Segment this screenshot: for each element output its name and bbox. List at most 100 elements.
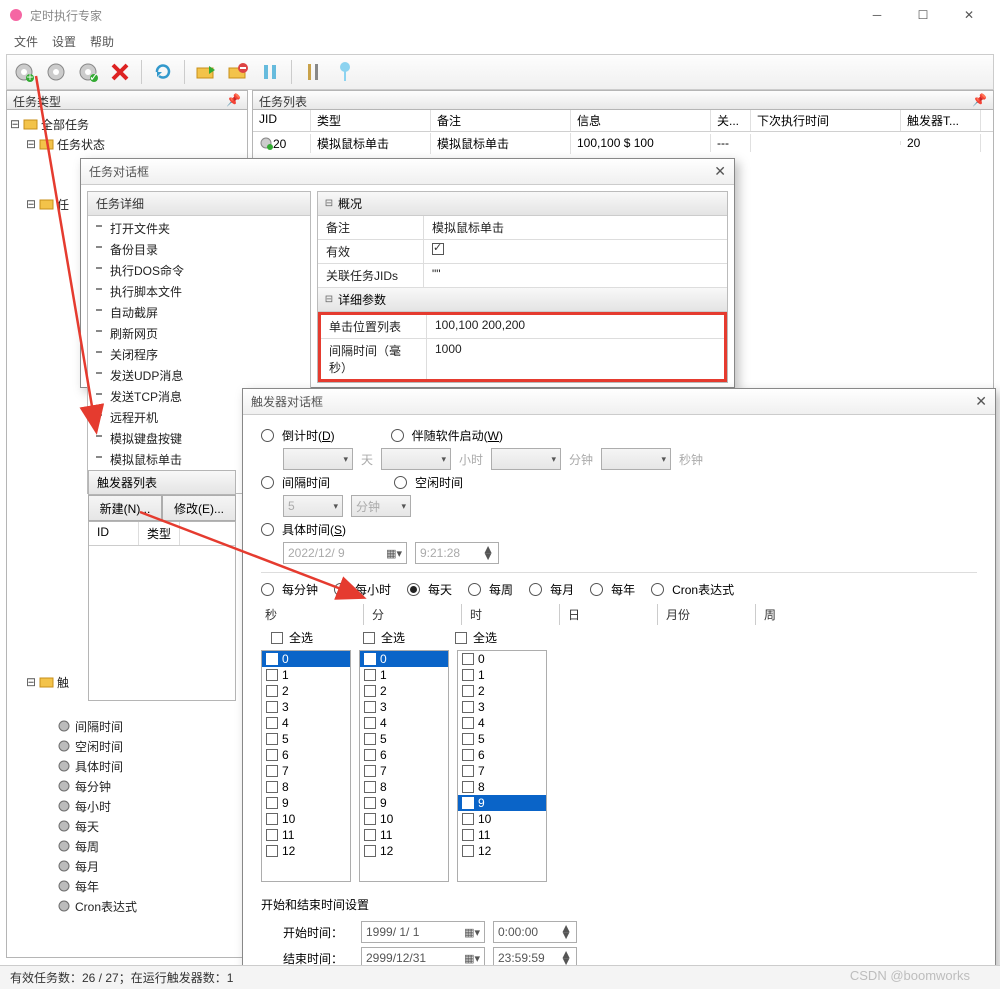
item-checkbox[interactable] [462,813,474,825]
item-checkbox[interactable] [462,669,474,681]
task-type-item[interactable]: 自动截屏 [88,302,310,323]
item-checkbox[interactable] [266,717,278,729]
radio-countdown[interactable] [261,429,274,442]
list-item[interactable]: 5 [360,731,448,747]
gear-add-icon[interactable]: + [11,59,37,85]
hour-selectall-checkbox[interactable] [455,632,467,644]
list-item[interactable]: 11 [262,827,350,843]
list-item[interactable]: 8 [262,779,350,795]
list-item[interactable]: 7 [360,763,448,779]
info-pin-icon[interactable] [332,59,358,85]
refresh-icon[interactable] [150,59,176,85]
radio-every-week[interactable] [468,583,481,596]
list-item[interactable]: 2 [458,683,546,699]
radio-interval[interactable] [261,476,274,489]
radio-idle[interactable] [394,476,407,489]
item-checkbox[interactable] [266,653,278,665]
item-checkbox[interactable] [364,717,376,729]
item-checkbox[interactable] [266,733,278,745]
close-icon[interactable]: ✕ [975,393,987,410]
item-checkbox[interactable] [462,845,474,857]
list-item[interactable]: 0 [360,651,448,667]
sec-selectall-checkbox[interactable] [271,632,283,644]
item-checkbox[interactable] [364,653,376,665]
item-checkbox[interactable] [462,797,474,809]
item-checkbox[interactable] [364,765,376,777]
list-item[interactable]: 3 [360,699,448,715]
item-checkbox[interactable] [266,797,278,809]
interval-value-combo[interactable]: 5▾ [283,495,343,517]
list-item[interactable]: 4 [262,715,350,731]
list-item[interactable]: 10 [262,811,350,827]
list-item[interactable]: 12 [262,843,350,859]
list-item[interactable]: 11 [360,827,448,843]
list-item[interactable]: 1 [262,667,350,683]
item-checkbox[interactable] [462,781,474,793]
task-row[interactable]: 20 模拟鼠标单击 模拟鼠标单击 100,100 $ 100 --- 20 [253,132,993,154]
item-checkbox[interactable] [266,765,278,777]
item-checkbox[interactable] [364,685,376,697]
task-type-item[interactable]: 关闭程序 [88,344,310,365]
list-item[interactable]: 4 [458,715,546,731]
task-type-item[interactable]: 执行脚本文件 [88,281,310,302]
folder-del-icon[interactable] [225,59,251,85]
task-type-item[interactable]: 刷新网页 [88,323,310,344]
menu-settings[interactable]: 设置 [52,33,76,50]
item-checkbox[interactable] [462,653,474,665]
pin-icon[interactable]: 📌 [972,93,987,107]
list-item[interactable]: 1 [360,667,448,683]
item-checkbox[interactable] [266,845,278,857]
list-item[interactable]: 1 [458,667,546,683]
item-checkbox[interactable] [266,669,278,681]
menu-file[interactable]: 文件 [14,33,38,50]
list-item[interactable]: 12 [458,843,546,859]
task-type-item[interactable]: 备份目录 [88,239,310,260]
list-item[interactable]: 6 [360,747,448,763]
list-item[interactable]: 2 [360,683,448,699]
close-button[interactable]: ✕ [946,0,992,30]
item-checkbox[interactable] [364,749,376,761]
start-time-spinner[interactable]: 0:00:00▲▼ [493,921,577,943]
specific-time-spinner[interactable]: 9:21:28▲▼ [415,542,499,564]
item-checkbox[interactable] [462,717,474,729]
item-checkbox[interactable] [462,829,474,841]
folder-out-icon[interactable] [193,59,219,85]
item-checkbox[interactable] [364,781,376,793]
minutes-listbox[interactable]: 0123456789101112 [359,650,449,882]
interval-unit-combo[interactable]: 分钟▾ [351,495,411,517]
task-type-item[interactable]: 发送UDP消息 [88,365,310,386]
days-combo[interactable]: ▾ [283,448,353,470]
list-item[interactable]: 10 [360,811,448,827]
item-checkbox[interactable] [462,765,474,777]
item-checkbox[interactable] [462,685,474,697]
radio-cron[interactable] [651,583,664,596]
minutes-combo[interactable]: ▾ [491,448,561,470]
close-icon[interactable]: ✕ [714,163,726,180]
item-checkbox[interactable] [364,733,376,745]
list-item[interactable]: 6 [262,747,350,763]
radio-every-day[interactable] [407,583,420,596]
min-selectall-checkbox[interactable] [363,632,375,644]
item-checkbox[interactable] [266,781,278,793]
item-checkbox[interactable] [364,845,376,857]
seconds-combo[interactable]: ▾ [601,448,671,470]
radio-withapp[interactable] [391,429,404,442]
list-item[interactable]: 5 [458,731,546,747]
radio-every-minute[interactable] [261,583,274,596]
hours-combo[interactable]: ▾ [381,448,451,470]
item-checkbox[interactable] [364,829,376,841]
task-type-item[interactable]: 执行DOS命令 [88,260,310,281]
item-checkbox[interactable] [364,813,376,825]
item-checkbox[interactable] [266,829,278,841]
item-checkbox[interactable] [462,733,474,745]
list-item[interactable]: 10 [458,811,546,827]
item-checkbox[interactable] [462,701,474,713]
list-item[interactable]: 2 [262,683,350,699]
seconds-listbox[interactable]: 0123456789101112 [261,650,351,882]
list-item[interactable]: 3 [458,699,546,715]
item-checkbox[interactable] [364,701,376,713]
specific-date-picker[interactable]: 2022/12/ 9▦▾ [283,542,407,564]
tools-icon[interactable] [300,59,326,85]
item-checkbox[interactable] [364,669,376,681]
radio-specific[interactable] [261,523,274,536]
